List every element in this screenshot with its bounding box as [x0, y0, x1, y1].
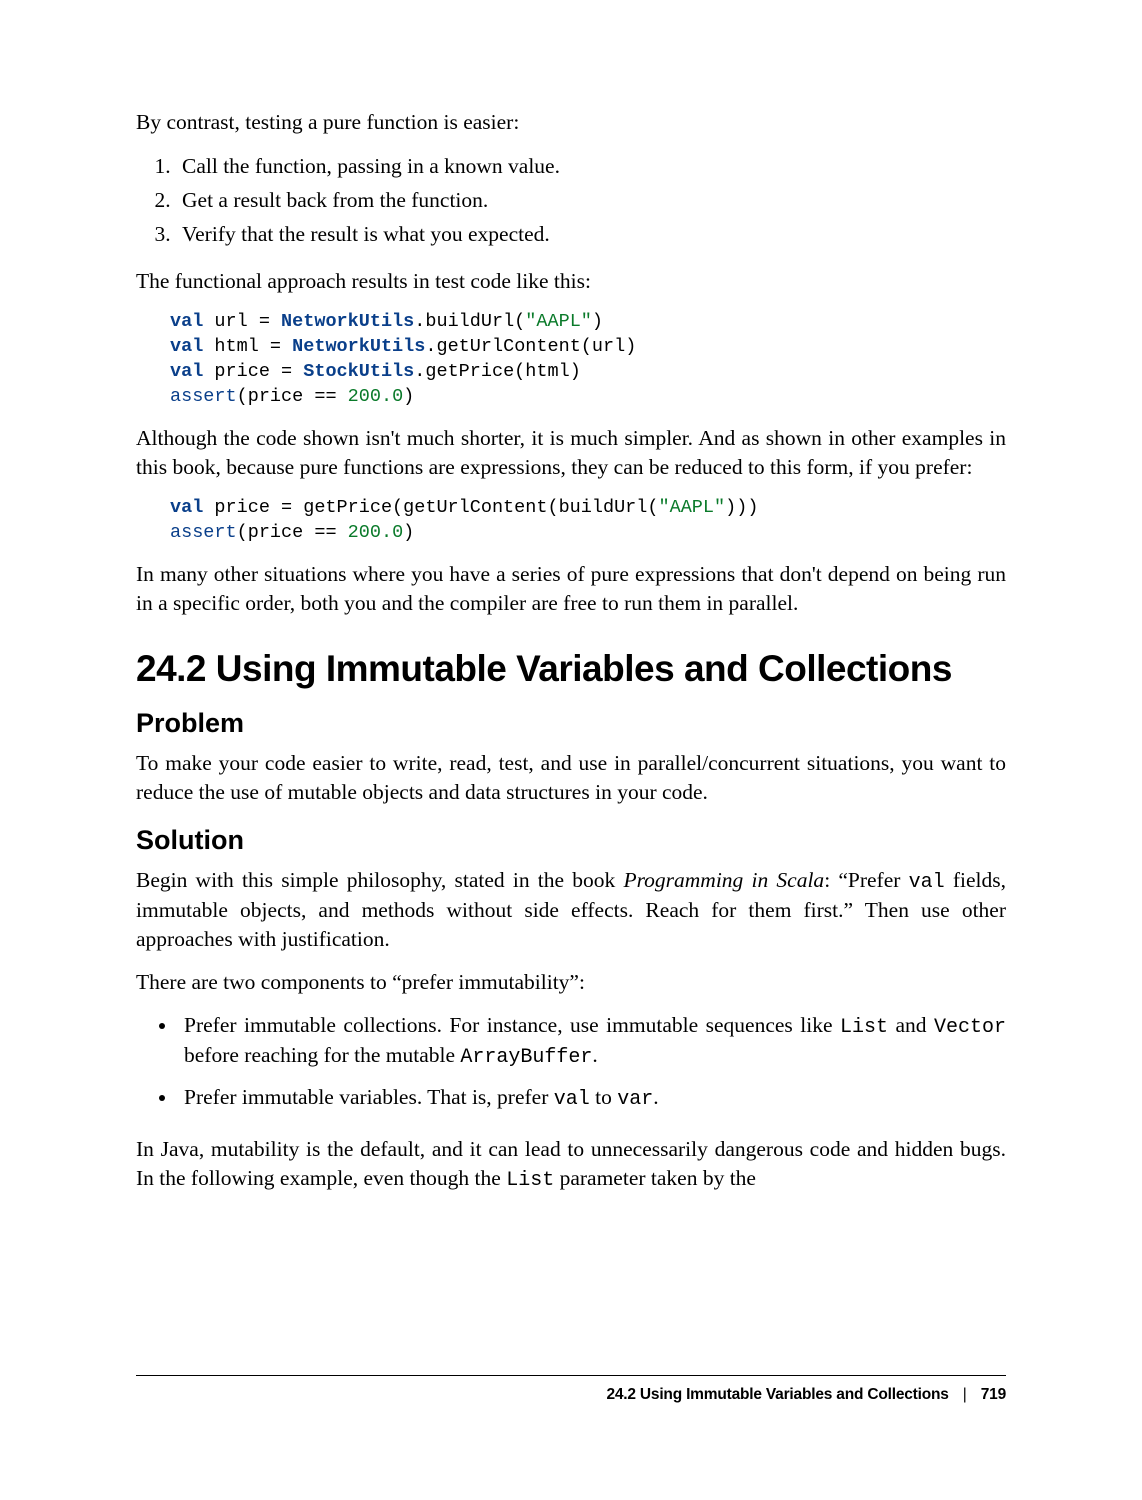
paragraph: There are two components to “prefer immu…	[136, 968, 1006, 997]
subheading-solution: Solution	[136, 825, 1006, 856]
footer-line: 24.2 Using Immutable Variables and Colle…	[136, 1386, 1006, 1404]
paragraph-problem: To make your code easier to write, read,…	[136, 749, 1006, 807]
footer-section-title: 24.2 Using Immutable Variables and Colle…	[606, 1386, 948, 1403]
footer-separator: |	[963, 1386, 967, 1403]
footer-page-number: 719	[981, 1386, 1006, 1403]
ordered-steps: Call the function, passing in a known va…	[136, 151, 1006, 249]
section-heading: 24.2 Using Immutable Variables and Colle…	[136, 648, 1006, 690]
code-block-1: val url = NetworkUtils.buildUrl("AAPL") …	[170, 310, 1006, 410]
paragraph-solution: Begin with this simple philosophy, state…	[136, 866, 1006, 954]
paragraph: Although the code shown isn't much short…	[136, 424, 1006, 482]
step-item: Get a result back from the function.	[176, 185, 1006, 215]
page-footer: 24.2 Using Immutable Variables and Colle…	[136, 1375, 1006, 1404]
page: By contrast, testing a pure function is …	[0, 0, 1142, 1500]
paragraph-java: In Java, mutability is the default, and …	[136, 1135, 1006, 1194]
bullet-list: Prefer immutable collections. For instan…	[136, 1011, 1006, 1113]
subheading-problem: Problem	[136, 708, 1006, 739]
paragraph: In many other situations where you have …	[136, 560, 1006, 618]
bullet-item: Prefer immutable variables. That is, pre…	[178, 1083, 1006, 1113]
paragraph: The functional approach results in test …	[136, 267, 1006, 296]
code-block-2: val price = getPrice(getUrlContent(build…	[170, 496, 1006, 546]
bullet-item: Prefer immutable collections. For instan…	[178, 1011, 1006, 1071]
footer-rule	[136, 1375, 1006, 1376]
paragraph-intro: By contrast, testing a pure function is …	[136, 108, 1006, 137]
step-item: Call the function, passing in a known va…	[176, 151, 1006, 181]
step-item: Verify that the result is what you expec…	[176, 219, 1006, 249]
